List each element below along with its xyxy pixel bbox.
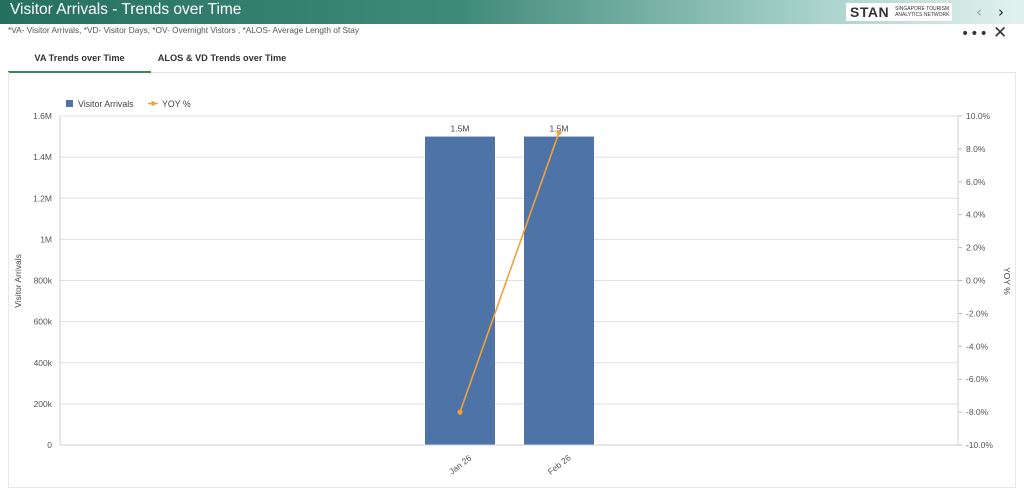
y-tick-label-right: 2.0%: [966, 243, 986, 253]
legend: Visitor Arrivals YOY %: [66, 99, 191, 109]
y-axis-title-left: Visitor Arrivals: [13, 254, 23, 308]
bar: [425, 136, 495, 445]
bar-series: 1.5M 1.5M: [425, 124, 594, 445]
axes: 0 200k 400k 600k 800k 1M 1.2M 1.4M 1.6M -10.0% -8.…: [13, 111, 1012, 477]
y-tick-label-right: -2.0%: [966, 308, 989, 318]
x-tick-label: Feb 26: [546, 452, 573, 476]
legend-label-yoy: YOY %: [162, 99, 191, 109]
y-tick-label-left: 200k: [34, 399, 53, 409]
y-tick-label-right: 4.0%: [966, 210, 986, 220]
y-axis-title-right: YOY %: [1002, 267, 1012, 295]
y-tick-label-left: 600k: [34, 317, 53, 327]
y-tick-label-right: 6.0%: [966, 177, 986, 187]
gridlines: [60, 115, 958, 446]
legend-label-visitor-arrivals: Visitor Arrivals: [78, 99, 134, 109]
y-tick-label-right: -10.0%: [966, 440, 993, 450]
y-tick-label-left: 1.4M: [33, 152, 52, 162]
bar: [524, 136, 594, 445]
y-tick-label-left: 800k: [34, 276, 53, 286]
y-tick-label-right: -8.0%: [966, 407, 989, 417]
y-tick-label-left: 0: [47, 440, 52, 450]
y-tick-label-right: -4.0%: [966, 341, 989, 351]
combo-chart: 1.5M 1.5M 0 200k 400k 600k 800k 1M 1.2M 1.4M 1.6M…: [13, 99, 1012, 477]
y-tick-label-right: -6.0%: [966, 374, 989, 384]
y-tick-label-right: 8.0%: [966, 144, 986, 154]
legend-swatch-yoy-point: [150, 101, 156, 106]
yoy-point: [556, 129, 562, 136]
y-tick-label-left: 1.2M: [33, 193, 52, 203]
legend-swatch-visitor-arrivals: [66, 100, 73, 107]
y-tick-label-right: 0.0%: [966, 276, 986, 286]
y-tick-label-left: 1M: [40, 234, 52, 244]
y-tick-label-right: 10.0%: [966, 111, 991, 121]
x-tick-label: Jan 26: [447, 453, 473, 477]
bar-data-label: 1.5M: [451, 124, 470, 134]
y-tick-label-left: 1.6M: [33, 111, 52, 121]
y-tick-label-left: 400k: [34, 358, 53, 368]
yoy-point: [457, 409, 463, 415]
